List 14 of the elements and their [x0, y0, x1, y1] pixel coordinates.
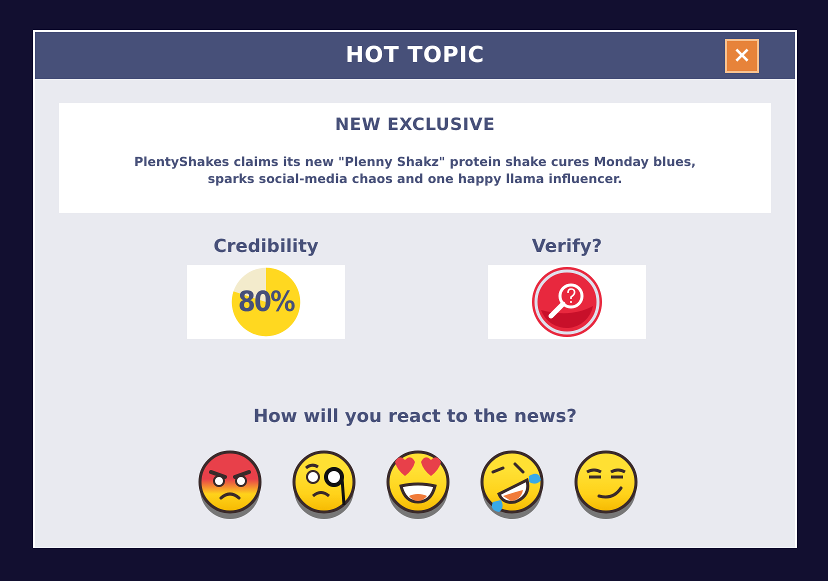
angry-face-icon[interactable] [197, 450, 263, 520]
verify-label: Verify? [532, 235, 602, 259]
laughing-tears-face-icon[interactable] [479, 450, 545, 520]
magnifier-question-icon[interactable] [531, 266, 603, 338]
heart-eyes-face-icon[interactable] [385, 450, 451, 520]
smirking-face-icon[interactable] [573, 450, 639, 520]
credibility-reading: 80% [238, 288, 294, 316]
reaction-question: How will you react to the news? [253, 405, 577, 429]
monocle-face-icon[interactable] [291, 450, 357, 520]
close-button[interactable]: × [725, 39, 759, 73]
news-heading: NEW EXCLUSIVE [335, 114, 495, 137]
news-text: PlentyShakes claims its new "Plenny Shakz" protein shake cures Monday blues, sparks social-media chaos and one happy llama influencer. [133, 152, 697, 186]
dialog-title: HOT TOPIC [346, 42, 484, 70]
credibility-label: Credibility [213, 235, 319, 259]
